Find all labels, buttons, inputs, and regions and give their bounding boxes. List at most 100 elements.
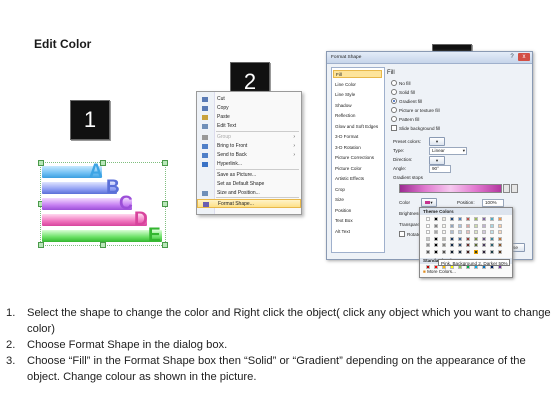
color-swatch[interactable] xyxy=(426,243,430,247)
nav-item-picture-color[interactable]: Picture Color xyxy=(333,165,382,173)
color-swatch[interactable] xyxy=(498,243,502,247)
color-button[interactable]: ▾ xyxy=(421,198,437,207)
nav-item-artistic-effects[interactable]: Artistic Effects xyxy=(333,175,382,183)
menu-item-group[interactable]: Group › xyxy=(197,133,301,142)
menu-item-cut[interactable]: Cut xyxy=(197,95,301,104)
menu-item-edit-text[interactable]: Edit Text xyxy=(197,122,301,131)
color-swatch[interactable] xyxy=(490,236,494,241)
menu-item-send-to-back[interactable]: Send to Back › xyxy=(197,151,301,160)
checkbox-slide-background-fill[interactable] xyxy=(391,125,397,131)
bar-d[interactable] xyxy=(42,214,147,226)
nav-item-line-style[interactable]: Line Style xyxy=(333,91,382,99)
color-swatch[interactable] xyxy=(442,249,446,254)
menu-item-copy[interactable]: Copy xyxy=(197,104,301,113)
color-swatch[interactable] xyxy=(434,217,438,221)
radio-no-fill[interactable] xyxy=(391,80,397,86)
rotate-checkbox[interactable] xyxy=(399,231,405,237)
color-swatch[interactable] xyxy=(498,223,502,228)
color-swatch[interactable] xyxy=(458,230,462,234)
nav-item-text-box[interactable]: Text Box xyxy=(333,217,382,225)
color-swatch[interactable] xyxy=(442,223,446,228)
preset-colors-button[interactable]: ▾ xyxy=(429,137,445,146)
nav-item-shadow[interactable]: Shadow xyxy=(333,102,382,110)
color-swatch[interactable] xyxy=(490,217,494,221)
nav-item-line-color[interactable]: Line Color xyxy=(333,81,382,89)
color-swatch[interactable] xyxy=(458,223,462,228)
menu-item-hyperlink[interactable]: Hyperlink... xyxy=(197,160,301,169)
resize-handle[interactable] xyxy=(38,242,44,248)
color-swatch[interactable] xyxy=(458,236,462,241)
remove-stop-icon[interactable] xyxy=(511,184,518,193)
more-colors-item[interactable]: ■ More Colors... xyxy=(423,269,456,274)
color-swatch[interactable] xyxy=(450,217,454,221)
color-swatch[interactable] xyxy=(442,243,446,247)
menu-item-set-as-default-shape[interactable]: Set as Default Shape xyxy=(197,180,301,189)
nav-item-3-d-rotation[interactable]: 3-D Rotation xyxy=(333,144,382,152)
color-swatch[interactable] xyxy=(482,236,486,241)
add-stop-icon[interactable] xyxy=(503,184,510,193)
color-swatch[interactable] xyxy=(426,223,430,228)
color-swatch[interactable] xyxy=(434,230,438,234)
color-swatch[interactable] xyxy=(482,243,486,247)
color-swatch[interactable] xyxy=(498,249,502,254)
nav-item-reflection[interactable]: Reflection xyxy=(333,112,382,120)
color-swatch[interactable] xyxy=(458,249,462,254)
color-swatch[interactable] xyxy=(482,217,486,221)
color-swatch[interactable] xyxy=(482,223,486,228)
color-swatch[interactable] xyxy=(474,217,478,221)
color-swatch[interactable] xyxy=(434,236,438,241)
radio-pattern-fill[interactable] xyxy=(391,116,397,122)
menu-item-format-shape[interactable]: Format Shape... xyxy=(197,199,301,208)
color-swatch[interactable] xyxy=(442,217,446,221)
close-icon[interactable]: x xyxy=(518,53,530,61)
nav-item-crop[interactable]: Crop xyxy=(333,186,382,194)
color-swatch[interactable] xyxy=(482,230,486,234)
angle-input[interactable]: 90° xyxy=(429,165,451,173)
color-swatch[interactable] xyxy=(490,249,494,254)
nav-item-alt-text[interactable]: Alt Text xyxy=(333,228,382,236)
color-swatch[interactable] xyxy=(490,223,494,228)
color-swatch[interactable] xyxy=(490,243,494,247)
menu-item-bring-to-front[interactable]: Bring to Front › xyxy=(197,142,301,151)
direction-button[interactable]: ▾ xyxy=(429,156,445,165)
nav-item-fill[interactable]: Fill xyxy=(333,70,382,78)
nav-item-size[interactable]: Size xyxy=(333,196,382,204)
help-icon[interactable]: ? xyxy=(508,53,516,61)
color-swatch[interactable] xyxy=(474,249,478,254)
menu-item-paste[interactable]: Paste xyxy=(197,113,301,122)
color-swatch[interactable] xyxy=(474,223,478,228)
color-swatch[interactable] xyxy=(434,249,438,254)
color-swatch[interactable] xyxy=(466,230,470,234)
color-swatch[interactable] xyxy=(482,249,486,254)
resize-handle[interactable] xyxy=(162,242,168,248)
color-swatch[interactable] xyxy=(498,236,502,241)
color-swatch[interactable] xyxy=(426,217,430,221)
bar-e[interactable] xyxy=(42,230,162,242)
color-swatch[interactable] xyxy=(450,230,454,234)
color-swatch[interactable] xyxy=(458,243,462,247)
color-swatch[interactable] xyxy=(426,249,430,254)
color-swatch[interactable] xyxy=(466,223,470,228)
nav-item-position[interactable]: Position xyxy=(333,207,382,215)
nav-item-3-d-format[interactable]: 3-D Format xyxy=(333,133,382,141)
color-swatch[interactable] xyxy=(450,249,454,254)
resize-handle[interactable] xyxy=(162,160,168,166)
color-swatch[interactable] xyxy=(434,243,438,247)
color-swatch[interactable] xyxy=(426,230,430,234)
menu-item-save-as-picture[interactable]: Save as Picture... xyxy=(197,171,301,180)
color-swatch[interactable] xyxy=(490,230,494,234)
nav-item-picture-corrections[interactable]: Picture Corrections xyxy=(333,154,382,162)
color-swatch[interactable] xyxy=(474,243,478,247)
radio-gradient-fill[interactable] xyxy=(391,98,397,104)
color-swatch[interactable] xyxy=(458,217,462,221)
color-swatch[interactable] xyxy=(434,223,438,228)
color-swatch[interactable] xyxy=(450,223,454,228)
color-swatch[interactable] xyxy=(466,249,470,254)
position-input[interactable]: 100% xyxy=(482,199,504,207)
radio-solid-fill[interactable] xyxy=(391,89,397,95)
color-swatch[interactable] xyxy=(474,236,478,241)
color-swatch[interactable] xyxy=(498,230,502,234)
color-swatch[interactable] xyxy=(450,243,454,247)
resize-handle[interactable] xyxy=(100,242,106,248)
color-swatch[interactable] xyxy=(498,217,502,221)
